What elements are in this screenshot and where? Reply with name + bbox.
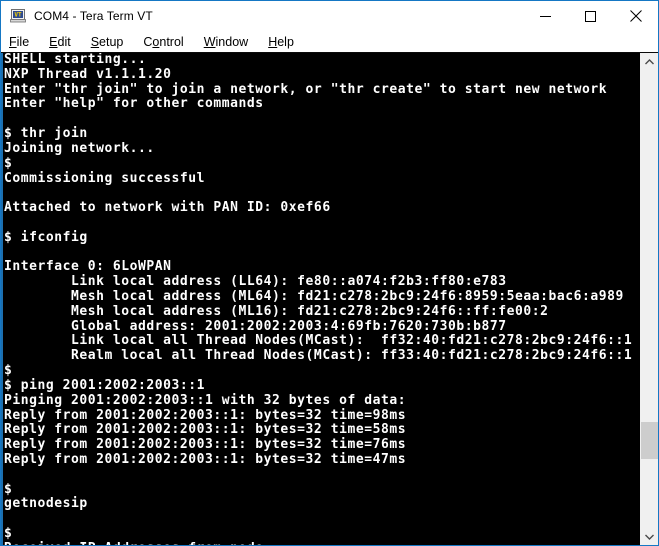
menu-bar: File Edit Setup Control Window Help <box>1 31 658 52</box>
terminal-vt-icon: VT <box>10 8 26 24</box>
terminal-line: $ ifconfig <box>4 229 88 245</box>
window-title: COM4 - Tera Term VT <box>34 9 153 23</box>
title-bar[interactable]: VT COM4 - Tera Term VT <box>1 1 658 31</box>
close-button[interactable] <box>613 1 658 31</box>
menu-item-window[interactable]: Window <box>204 35 248 49</box>
scroll-up-button[interactable] <box>641 53 658 70</box>
svg-text:VT: VT <box>14 12 22 19</box>
terminal-area: SHELL starting... NXP Thread v1.1.1.20 Ent… <box>1 52 658 545</box>
minimize-button[interactable] <box>523 1 568 31</box>
terminal-line: Mesh local address (ML16): fd21:c278:2bc… <box>4 303 549 319</box>
terminal-screen[interactable]: SHELL starting... NXP Thread v1.1.1.20 Ent… <box>3 53 640 545</box>
terminal-line: Reply from 2001:2002:2003::1: bytes=32 t… <box>4 422 407 438</box>
terminal-line: SHELL starting... <box>4 53 147 67</box>
terminal-line: Link local address (LL64): fe80::a074:f2… <box>4 274 507 290</box>
terminal-line: getnodesip <box>4 496 88 512</box>
scrollbar-thumb[interactable] <box>641 422 658 459</box>
terminal-line: Reply from 2001:2002:2003::1: bytes=32 t… <box>4 437 407 453</box>
terminal-line: $ <box>4 481 13 497</box>
menu-item-edit[interactable]: Edit <box>49 35 71 49</box>
terminal-line: Joining network... <box>4 140 155 156</box>
terminal-line: Enter "thr join" to join a network, or "… <box>4 81 608 97</box>
terminal-line: Mesh local address (ML64): fd21:c278:2bc… <box>4 289 624 304</box>
tera-term-window: VT COM4 - Tera Term VT File Edit Setup C… <box>0 0 659 546</box>
terminal-line: $ <box>4 155 13 171</box>
terminal-line: Pinging 2001:2002:2003::1 with 32 bytes … <box>4 392 407 408</box>
terminal-line: Reply from 2001:2002:2003::1: bytes=32 t… <box>4 407 407 423</box>
terminal-line: $ <box>4 363 13 379</box>
terminal-line: $ ping 2001:2002:2003::1 <box>4 377 206 393</box>
terminal-line: $ <box>4 526 13 541</box>
terminal-line: Enter "help" for other commands <box>4 96 264 112</box>
menu-item-setup[interactable]: Setup <box>91 35 124 49</box>
terminal-line: Received IP Addresses from node: <box>3 541 640 545</box>
menu-item-file[interactable]: File <box>9 35 29 49</box>
menu-item-control[interactable]: Control <box>143 35 183 49</box>
maximize-button[interactable] <box>568 1 613 31</box>
scrollbar-track[interactable] <box>641 70 658 528</box>
vertical-scrollbar[interactable] <box>640 53 658 545</box>
terminal-line: Commissioning successful <box>4 170 206 186</box>
terminal-line: Global address: 2001:2002:2003:4:69fb:76… <box>4 318 507 334</box>
terminal-line: NXP Thread v1.1.1.20 <box>4 66 172 82</box>
terminal-line: Attached to network with PAN ID: 0xef66 <box>4 200 331 216</box>
terminal-line: Link local all Thread Nodes(MCast): ff32… <box>4 333 633 349</box>
terminal-line: Realm local all Thread Nodes(MCast): ff3… <box>4 348 633 364</box>
window-controls <box>523 1 658 31</box>
terminal-line: Interface 0: 6LoWPAN <box>4 259 172 275</box>
menu-item-help[interactable]: Help <box>268 35 294 49</box>
terminal-line: $ thr join <box>4 126 88 142</box>
scroll-down-button[interactable] <box>641 528 658 545</box>
terminal-line: Reply from 2001:2002:2003::1: bytes=32 t… <box>4 451 407 467</box>
